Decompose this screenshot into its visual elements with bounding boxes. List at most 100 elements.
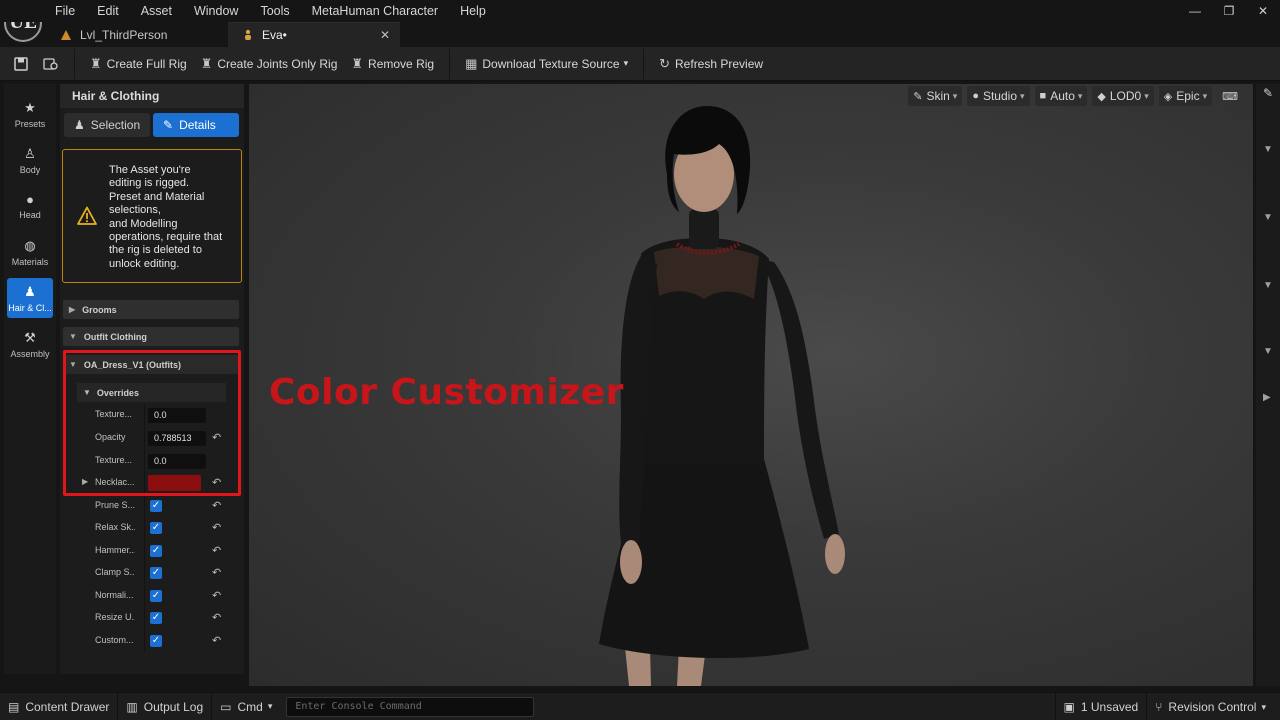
menu-tools[interactable]: Tools <box>260 4 299 18</box>
chevron-down-icon: ▾ <box>952 90 958 101</box>
overrides-header[interactable]: ▼ Overrides <box>77 383 226 402</box>
tab-eva[interactable]: Eva• ✕ <box>228 22 400 47</box>
console-input[interactable]: Enter Console Command <box>286 696 535 717</box>
log-icon: ▥ <box>126 699 138 714</box>
close-tab-icon[interactable]: ✕ <box>380 28 390 42</box>
nav-assembly[interactable]: ⚒ Assembly <box>7 324 53 364</box>
reset-to-default-icon[interactable]: ↶ <box>212 499 221 512</box>
reset-to-default-icon[interactable]: ↶ <box>212 521 221 534</box>
output-log-label: Output Log <box>143 699 204 714</box>
necklace-color-swatch[interactable] <box>148 475 201 491</box>
checkbox-row: Prune S... ✓ ↶ <box>77 495 226 517</box>
property-label: Prune S... <box>95 500 135 510</box>
property-label: Texture... <box>95 409 133 419</box>
chevron-down-icon: ▾ <box>267 701 273 711</box>
menu-asset[interactable]: Asset <box>141 4 182 18</box>
menu-edit[interactable]: Edit <box>97 4 129 18</box>
checkbox[interactable]: ✓ <box>150 522 162 534</box>
selection-button[interactable]: ♟ Selection <box>64 113 150 137</box>
save-icon[interactable] <box>6 49 36 79</box>
chevron-down-icon[interactable]: ▼ <box>1263 144 1273 155</box>
texture-value-input[interactable]: 0.0 <box>148 408 206 423</box>
chevron-down-icon: ▼ <box>83 388 91 397</box>
pencil-icon[interactable]: ✎ <box>1263 86 1273 100</box>
download-texture-source-button[interactable]: ▦ Download Texture Source ▾ <box>458 49 635 79</box>
minimize-button[interactable]: — <box>1178 0 1212 22</box>
preview-viewport[interactable]: ✎ Skin ▾ ● Studio ▾ ■ Auto ▾ ◆ LOD0 ▾ ◈ … <box>249 84 1253 686</box>
menu-help[interactable]: Help <box>460 4 496 18</box>
category-grooms[interactable]: ▶ Grooms <box>63 300 239 319</box>
column-divider <box>144 562 145 584</box>
nav-presets[interactable]: ★ Presets <box>7 94 53 134</box>
studio-lighting-dropdown[interactable]: ● Studio ▾ <box>967 86 1030 106</box>
chevron-down-icon: ▼ <box>69 332 77 341</box>
menu-items: File Edit Asset Window Tools MetaHuman C… <box>55 0 508 22</box>
keyboard-icon: ⌨ <box>1222 90 1238 103</box>
menu-metahuman-character[interactable]: MetaHuman Character <box>312 4 448 18</box>
nav-head[interactable]: ● Head <box>7 186 53 226</box>
quality-dropdown[interactable]: ◈ Epic ▾ <box>1158 86 1213 106</box>
menu-file[interactable]: File <box>55 4 85 18</box>
nav-body[interactable]: ♙ Body <box>7 140 53 180</box>
chevron-right-icon[interactable]: ▶ <box>82 477 88 486</box>
skin-dropdown[interactable]: ✎ Skin ▾ <box>908 86 963 106</box>
override-row-necklace-color: ▶ Necklac... ↶ <box>77 472 226 494</box>
remove-rig-button[interactable]: ♜ Remove Rig <box>344 49 441 79</box>
property-label: Texture... <box>95 455 133 465</box>
unsaved-button[interactable]: ▣ 1 Unsaved <box>1056 693 1147 720</box>
menu-window[interactable]: Window <box>194 4 248 18</box>
joints-rig-icon: ♜ <box>200 55 213 71</box>
opacity-value-input[interactable]: 0.788513 <box>148 431 206 446</box>
revision-control-button[interactable]: ⑂ Revision Control ▾ <box>1147 693 1274 720</box>
viewport-settings-button[interactable]: ⌨ <box>1217 86 1247 106</box>
column-divider <box>144 472 145 494</box>
status-right: ▣ 1 Unsaved ⑂ Revision Control ▾ <box>1054 693 1275 720</box>
lod-label: LOD0 <box>1109 89 1142 103</box>
tab-lvl-thirdperson[interactable]: Lvl_ThirdPerson <box>46 22 228 47</box>
reset-to-default-icon[interactable]: ↶ <box>212 544 221 557</box>
nav-materials[interactable]: ◍ Materials <box>7 232 53 272</box>
toolbar-divider <box>74 48 75 79</box>
reset-to-default-icon[interactable]: ↶ <box>212 611 221 624</box>
camera-dropdown[interactable]: ■ Auto ▾ <box>1034 86 1088 106</box>
window-controls: — ❐ ✕ <box>1178 0 1280 22</box>
level-icon <box>61 29 71 40</box>
checkbox[interactable]: ✓ <box>150 567 162 579</box>
property-label: Clamp S... <box>95 567 135 577</box>
details-button[interactable]: ✎ Details <box>153 113 239 137</box>
chevron-right-icon[interactable]: ▶ <box>1263 392 1271 403</box>
refresh-preview-button[interactable]: ↻ Refresh Preview <box>652 49 770 79</box>
chevron-down-icon[interactable]: ▼ <box>1263 212 1273 223</box>
find-in-browser-icon[interactable] <box>36 49 66 79</box>
outfit-item-header[interactable]: ▼ OA_Dress_V1 (Outfits) <box>63 355 239 374</box>
checkbox[interactable]: ✓ <box>150 612 162 624</box>
checkbox[interactable]: ✓ <box>150 545 162 557</box>
create-joints-only-rig-button[interactable]: ♜ Create Joints Only Rig <box>194 49 345 79</box>
reset-to-default-icon[interactable]: ↶ <box>212 634 221 647</box>
reset-to-default-icon[interactable]: ↶ <box>212 431 221 444</box>
chevron-down-icon[interactable]: ▼ <box>1263 280 1273 291</box>
category-outfit-clothing[interactable]: ▼ Outfit Clothing <box>63 327 239 346</box>
menu-bar: File Edit Asset Window Tools MetaHuman C… <box>0 0 1280 22</box>
texture-value-input[interactable]: 0.0 <box>148 454 206 469</box>
reset-to-default-icon[interactable]: ↶ <box>212 589 221 602</box>
content-drawer-button[interactable]: ▤ Content Drawer <box>0 693 117 720</box>
close-window-button[interactable]: ✕ <box>1246 0 1280 22</box>
reset-to-default-icon[interactable]: ↶ <box>212 566 221 579</box>
override-row-texture-1: Texture... 0.0 <box>77 404 226 426</box>
reset-to-default-icon[interactable]: ↶ <box>212 476 221 489</box>
checkbox[interactable]: ✓ <box>150 590 162 602</box>
cmd-dropdown[interactable]: ▭ Cmd ▾ <box>212 693 280 720</box>
selection-label: Selection <box>90 118 141 132</box>
checkbox[interactable]: ✓ <box>150 635 162 647</box>
lod-dropdown[interactable]: ◆ LOD0 ▾ <box>1092 86 1154 106</box>
chevron-down-icon: ▾ <box>1077 90 1083 101</box>
chevron-down-icon[interactable]: ▼ <box>1263 346 1273 357</box>
create-full-rig-button[interactable]: ♜ Create Full Rig <box>83 49 194 79</box>
nav-hair-clothing[interactable]: ♟ Hair & Cl... <box>7 278 53 318</box>
head-icon: ● <box>26 192 34 207</box>
restore-button[interactable]: ❐ <box>1212 0 1246 22</box>
column-divider <box>144 495 145 517</box>
output-log-button[interactable]: ▥ Output Log <box>118 693 211 720</box>
checkbox[interactable]: ✓ <box>150 500 162 512</box>
